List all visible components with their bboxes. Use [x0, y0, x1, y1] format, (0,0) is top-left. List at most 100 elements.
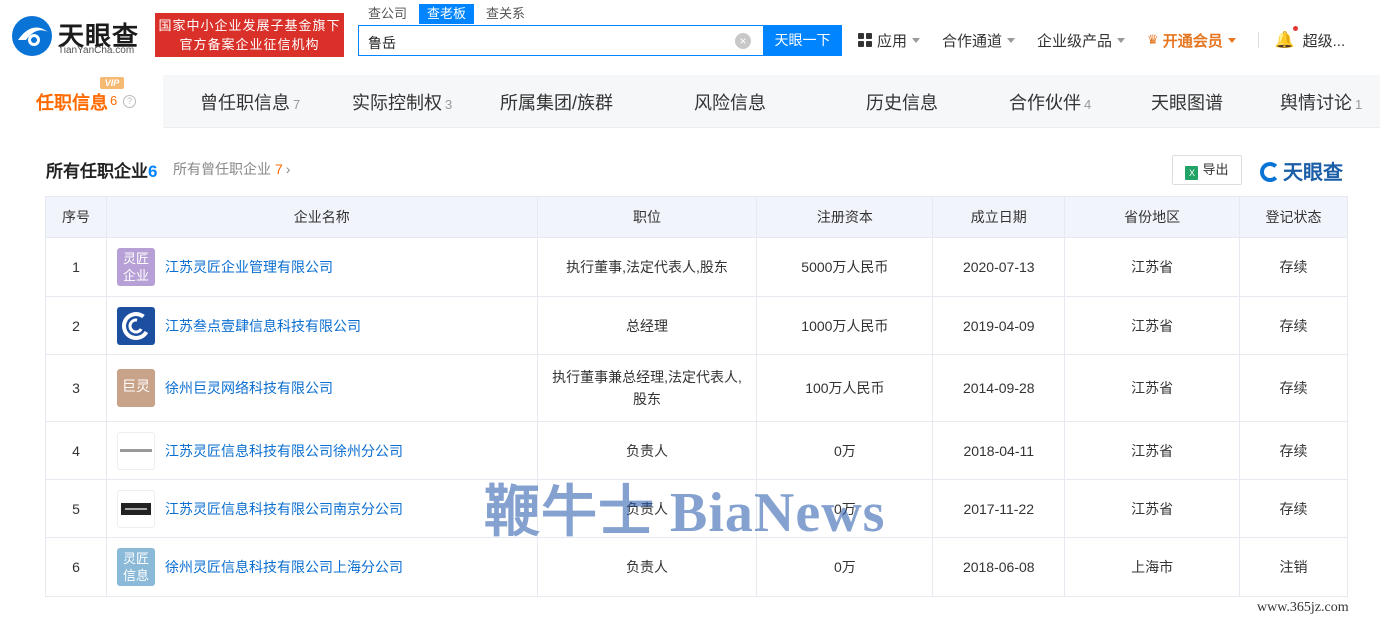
- nav-apps[interactable]: 应用: [858, 30, 921, 51]
- crown-icon: ♛: [1147, 32, 1159, 47]
- company-logo[interactable]: [116, 431, 155, 470]
- date-cell: 2019-04-09: [932, 296, 1066, 355]
- nav-channel[interactable]: 合作通道: [942, 30, 1016, 51]
- nav-user[interactable]: 🔔 超级...: [1275, 26, 1346, 51]
- company-link[interactable]: 徐州巨灵网络科技有限公司: [165, 380, 333, 396]
- promo-line-1: 国家中小企业发展子基金旗下: [158, 18, 341, 33]
- company-logo[interactable]: 灵匠信息: [116, 548, 155, 586]
- company-logo[interactable]: [116, 306, 155, 345]
- position-cell: 负责人: [536, 421, 758, 480]
- nav-enterprise[interactable]: 企业级产品: [1037, 30, 1126, 51]
- search-tab-boss[interactable]: 查老板: [419, 4, 475, 24]
- company-cell: 江苏灵匠信息科技有限公司徐州分公司: [105, 421, 538, 480]
- chevron-down-icon: [1007, 37, 1016, 43]
- tab-risk[interactable]: 风险信息: [694, 89, 766, 115]
- export-button[interactable]: X 导出: [1172, 155, 1242, 185]
- row-index: 1: [45, 237, 107, 297]
- tab-past-positions[interactable]: 曾任职信息 7: [200, 89, 300, 115]
- capital-cell: 5000万人民币: [756, 237, 934, 297]
- table-row: 2 江苏叁点壹肆信息科技有限公司 总经理 1000万人民币 2019-04-09…: [45, 296, 1348, 355]
- help-icon[interactable]: ?: [123, 95, 136, 108]
- tab-group[interactable]: 所属集团/族群: [500, 89, 613, 115]
- top-nav: 应用 合作通道 企业级产品 ♛ 开通会员 🔔 超级...: [858, 26, 1367, 52]
- nav-vip[interactable]: ♛ 开通会员: [1147, 30, 1236, 51]
- company-logo[interactable]: 灵匠企业: [116, 248, 155, 286]
- search-input[interactable]: 鲁岳 ×: [358, 25, 763, 56]
- section-title-count: 6: [148, 162, 158, 181]
- table-row: 3 巨灵 徐州巨灵网络科技有限公司 执行董事兼总经理,法定代表人,股东 100万人…: [45, 354, 1348, 422]
- tab-label: 实际控制权: [352, 93, 442, 113]
- chevron-down-icon: [1227, 37, 1236, 43]
- tab-current-positions[interactable]: VIP 任职信息 6 ?: [10, 75, 163, 128]
- position-cell: 执行董事兼总经理,法定代表人,股东: [536, 354, 758, 422]
- tab-count: 6: [110, 93, 118, 108]
- section-title: 所有任职企业6: [46, 157, 157, 182]
- promo-line-2: 官方备案企业征信机构: [179, 37, 320, 52]
- excel-icon: X: [1185, 166, 1199, 180]
- company-link[interactable]: 江苏灵匠信息科技有限公司南京分公司: [165, 501, 403, 517]
- row-index: 4: [45, 421, 107, 480]
- search-button[interactable]: 天眼一下: [763, 25, 842, 56]
- col-company: 企业名称: [105, 196, 538, 238]
- company-c-logo-icon: [121, 311, 150, 340]
- brand-eye-icon: [1260, 162, 1280, 182]
- tab-label: 所属集团/族群: [500, 93, 614, 113]
- past-positions-count: 7: [275, 161, 283, 177]
- status-cell: 注销: [1239, 537, 1348, 597]
- date-cell: 2020-07-13: [932, 237, 1066, 297]
- tab-opinion[interactable]: 舆情讨论 1: [1280, 89, 1362, 115]
- search-tab-company[interactable]: 查公司: [360, 4, 415, 24]
- company-cell: 灵匠企业江苏灵匠企业管理有限公司: [105, 237, 538, 297]
- search-type-tabs: 查公司 查老板 查关系: [360, 4, 533, 24]
- brand-text: 天眼查: [1283, 162, 1343, 184]
- bell-icon[interactable]: 🔔: [1275, 26, 1298, 50]
- tab-history[interactable]: 历史信息: [866, 89, 938, 115]
- past-positions-link[interactable]: 所有曾任职企业 7 ›: [173, 159, 290, 179]
- tab-count: 7: [293, 97, 301, 112]
- tab-count: 1: [1355, 97, 1363, 112]
- search-tab-relation[interactable]: 查关系: [478, 4, 533, 24]
- col-date[interactable]: 成立日期: [932, 196, 1066, 238]
- date-cell: 2014-09-28: [932, 354, 1066, 422]
- region-cell: 江苏省: [1064, 296, 1241, 355]
- region-cell: 上海市: [1064, 537, 1241, 597]
- site-logo[interactable]: 天眼查 TianYanCha.com: [10, 14, 150, 58]
- tab-count: 3: [445, 97, 453, 112]
- nav-apps-label: 应用: [877, 32, 908, 50]
- clear-icon[interactable]: ×: [735, 33, 751, 49]
- nav-vip-label: 开通会员: [1162, 32, 1223, 50]
- logo-url: TianYanCha.com: [58, 45, 135, 56]
- tab-actual-control[interactable]: 实际控制权 3: [352, 89, 452, 115]
- region-cell: 江苏省: [1064, 421, 1241, 480]
- detail-tab-bar: VIP 任职信息 6 ? 曾任职信息 7 实际控制权 3 所属集团/族群 风险信息 …: [10, 75, 1380, 128]
- region-cell: 江苏省: [1064, 237, 1241, 297]
- apps-grid-icon: [858, 33, 872, 47]
- company-link[interactable]: 江苏灵匠企业管理有限公司: [165, 259, 333, 275]
- company-logo-placeholder-icon: [120, 502, 151, 515]
- company-logo[interactable]: 巨灵: [116, 369, 155, 407]
- company-logo[interactable]: [116, 489, 155, 528]
- nav-channel-label: 合作通道: [942, 32, 1003, 50]
- company-link[interactable]: 徐州灵匠信息科技有限公司上海分公司: [165, 559, 403, 575]
- company-cell: 巨灵 徐州巨灵网络科技有限公司: [105, 354, 538, 422]
- company-link[interactable]: 江苏叁点壹肆信息科技有限公司: [165, 318, 361, 334]
- date-cell: 2018-06-08: [932, 537, 1066, 597]
- company-link[interactable]: 江苏灵匠信息科技有限公司徐州分公司: [165, 443, 403, 459]
- site-url-watermark: www.365jz.com: [1257, 600, 1349, 615]
- nav-divider: [1257, 32, 1259, 48]
- tab-graph[interactable]: 天眼图谱: [1151, 89, 1223, 115]
- position-cell: 负责人: [536, 537, 758, 597]
- table-row: 5 江苏灵匠信息科技有限公司南京分公司 负责人 0万 2017-11-22 江苏…: [45, 479, 1348, 538]
- table-row: 6 灵匠信息徐州灵匠信息科技有限公司上海分公司 负责人 0万 2018-06-0…: [45, 537, 1348, 597]
- tab-partners[interactable]: 合作伙伴 4: [1009, 89, 1091, 115]
- promo-banner[interactable]: 国家中小企业发展子基金旗下 官方备案企业征信机构: [155, 13, 344, 57]
- col-status: 登记状态: [1239, 196, 1348, 238]
- date-cell: 2018-04-11: [932, 421, 1066, 480]
- vip-badge: VIP: [100, 77, 124, 89]
- capital-cell: 1000万人民币: [756, 296, 934, 355]
- nav-user-label: 超级...: [1302, 32, 1346, 50]
- region-cell: 江苏省: [1064, 479, 1241, 538]
- logo-eye-icon: [12, 16, 52, 56]
- nav-enterprise-label: 企业级产品: [1037, 32, 1113, 50]
- chevron-down-icon: [1117, 37, 1126, 43]
